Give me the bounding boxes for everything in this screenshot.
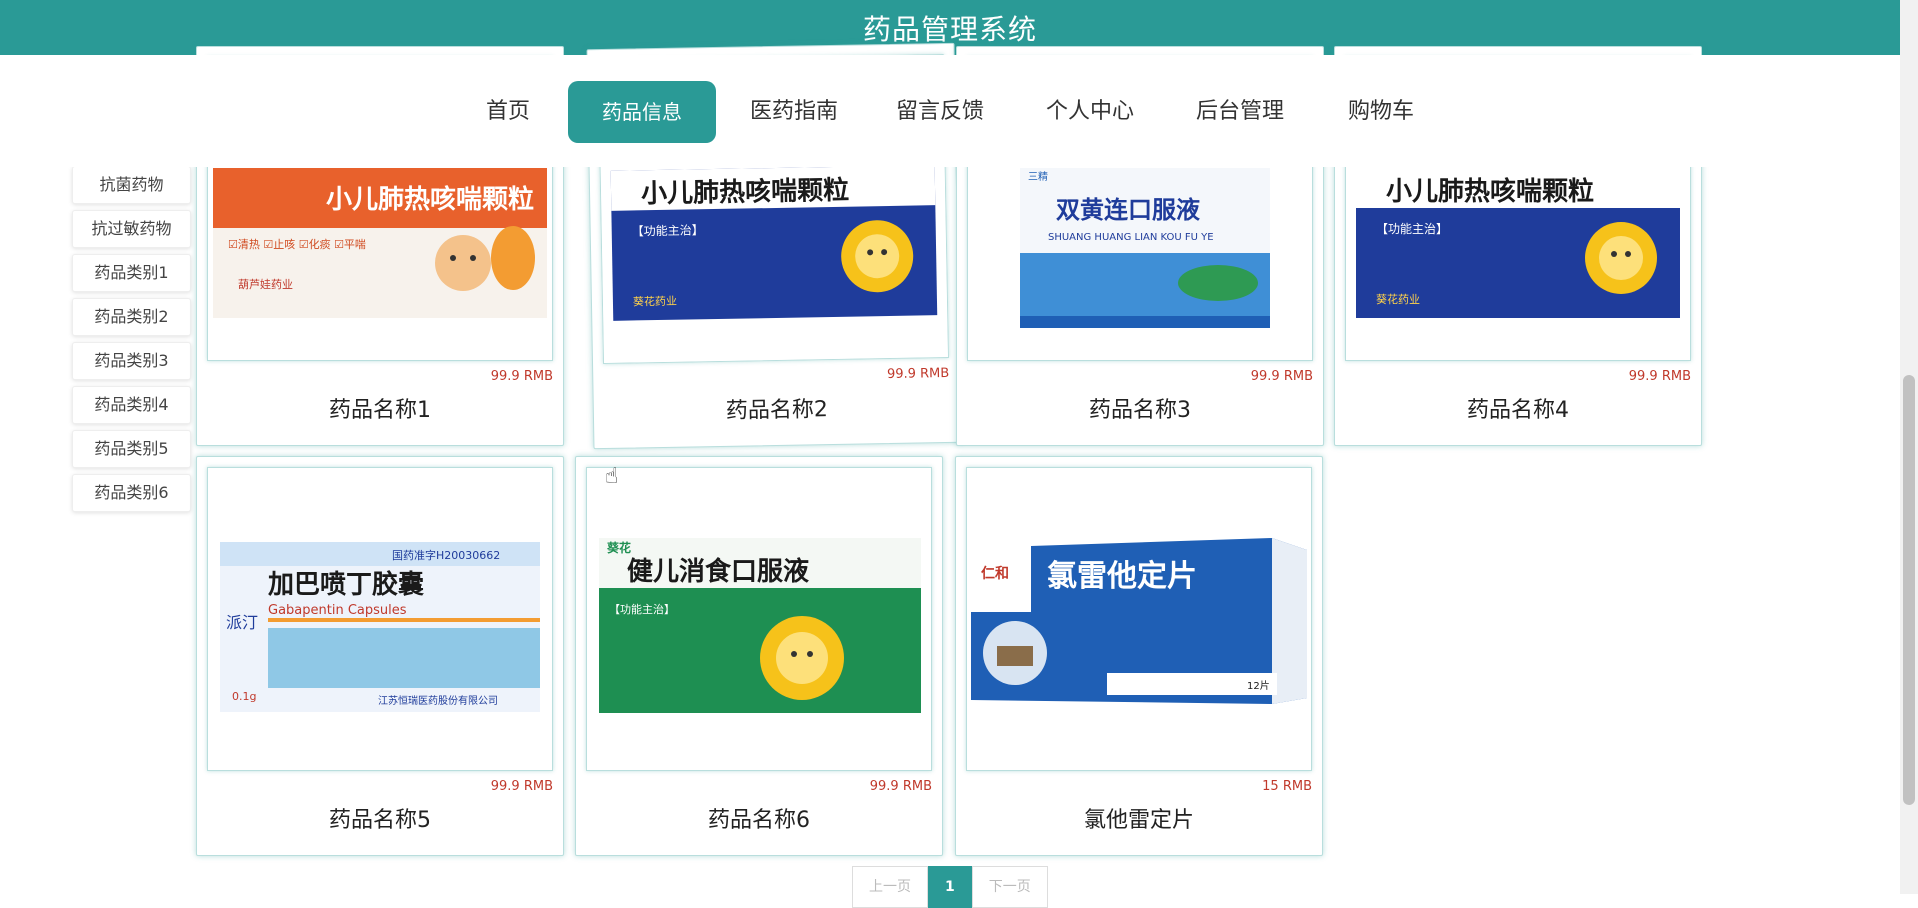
nav-home[interactable]: 首页 xyxy=(478,81,538,143)
product-price: 99.9 RMB xyxy=(490,369,553,384)
product-price: 99.9 RMB xyxy=(869,779,932,794)
page-1-button[interactable]: 1 xyxy=(928,866,972,908)
box-brand: 三精 xyxy=(1028,170,1048,183)
box-title: 小儿肺热咳喘颗粒 xyxy=(326,184,534,215)
box-brand: 葫芦娃药业 xyxy=(238,278,293,291)
box-title: 氯雷他定片 xyxy=(1047,559,1197,594)
product-price: 99.9 RMB xyxy=(490,779,553,794)
product-image[interactable]: 国药准字H20030662 加巴喷丁胶囊 Gabapentin Capsules… xyxy=(207,467,553,771)
page-scrollbar[interactable] xyxy=(1900,0,1918,894)
box-title: 小儿肺热咳喘颗粒 xyxy=(641,175,850,210)
scroll-thumb[interactable] xyxy=(1903,375,1915,805)
product-name[interactable]: 药品名称2 xyxy=(594,389,961,427)
product-price: 99.9 RMB xyxy=(1628,369,1691,384)
box-brand: 江苏恒瑞医药股份有限公司 xyxy=(378,694,498,707)
box-dose: 12片 xyxy=(1247,679,1270,692)
product-name[interactable]: 药品名称4 xyxy=(1335,392,1701,424)
nav-drug-info[interactable]: 药品信息 xyxy=(568,81,716,143)
box-brand: 葵花 xyxy=(606,540,631,555)
box-title: 小儿肺热咳喘颗粒 xyxy=(1386,176,1594,207)
box-brand: 葵花药业 xyxy=(633,295,677,309)
product-price: 15 RMB xyxy=(1262,779,1312,794)
box-subtitle: 【功能主治】 xyxy=(609,602,675,616)
box-reg-no: 国药准字H20030662 xyxy=(392,548,500,562)
next-page-button[interactable]: 下一页 xyxy=(971,866,1048,908)
box-subtitle: SHUANG HUANG LIAN KOU FU YE xyxy=(1048,232,1214,243)
nav-cart[interactable]: 购物车 xyxy=(1346,81,1416,143)
product-card[interactable]: 葵花 健儿消食口服液 【功能主治】 99.9 RMB 药品名称6 xyxy=(575,456,943,856)
product-image[interactable]: 仁和 氯雷他定片 12片 xyxy=(966,467,1312,771)
box-title: 健儿消食口服液 xyxy=(627,556,809,587)
category-item[interactable]: 药品类别5 xyxy=(72,430,191,468)
pagination: 上一页 1 下一页 xyxy=(852,866,1048,908)
app-title: 药品管理系统 xyxy=(862,12,1037,46)
nav-medical-guide[interactable]: 医药指南 xyxy=(748,81,840,143)
product-name[interactable]: 药品名称3 xyxy=(957,392,1323,424)
product-price: 99.9 RMB xyxy=(1250,369,1313,384)
prev-page-button[interactable]: 上一页 xyxy=(852,866,928,908)
box-subtitle: 【功能主治】 xyxy=(1376,222,1448,236)
hand-cursor-icon: ☝ xyxy=(605,464,619,489)
category-item[interactable]: 抗过敏药物 xyxy=(72,210,191,248)
category-item[interactable]: 药品类别4 xyxy=(72,386,191,424)
category-item[interactable]: 药品类别6 xyxy=(72,474,191,512)
box-side-label: 派汀 xyxy=(226,613,258,632)
product-price: 99.9 RMB xyxy=(886,365,950,383)
main-nav: 首页 药品信息 医药指南 留言反馈 个人中心 后台管理 购物车 xyxy=(0,55,1900,167)
box-title: 双黄连口服液 xyxy=(1056,196,1200,224)
nav-personal-center[interactable]: 个人中心 xyxy=(1044,81,1136,143)
category-sidebar: 抗菌药物 抗过敏药物 药品类别1 药品类别2 药品类别3 药品类别4 药品类别5… xyxy=(72,166,191,518)
product-name[interactable]: 药品名称6 xyxy=(576,802,942,834)
category-item[interactable]: 抗菌药物 xyxy=(72,166,191,204)
category-item[interactable]: 药品类别2 xyxy=(72,298,191,336)
category-item[interactable]: 药品类别1 xyxy=(72,254,191,292)
product-name[interactable]: 氯他雷定片 xyxy=(956,802,1322,834)
category-item[interactable]: 药品类别3 xyxy=(72,342,191,380)
product-card[interactable]: 仁和 氯雷他定片 12片 15 RMB 氯他雷定片 xyxy=(955,456,1323,856)
nav-feedback[interactable]: 留言反馈 xyxy=(894,81,986,143)
product-name[interactable]: 药品名称5 xyxy=(197,802,563,834)
product-image[interactable]: 葵花 健儿消食口服液 【功能主治】 xyxy=(586,467,932,771)
box-subtitle: 【功能主治】 xyxy=(632,223,704,238)
nav-admin[interactable]: 后台管理 xyxy=(1194,81,1286,143)
box-subtitle: ☑清热 ☑止咳 ☑化痰 ☑平喘 xyxy=(228,237,366,251)
product-card[interactable]: 国药准字H20030662 加巴喷丁胶囊 Gabapentin Capsules… xyxy=(196,456,564,856)
box-brand: 葵花药业 xyxy=(1376,293,1420,306)
box-brand: 仁和 xyxy=(981,565,1009,582)
box-subtitle: Gabapentin Capsules xyxy=(268,603,407,618)
product-name[interactable]: 药品名称1 xyxy=(197,392,563,424)
box-dose: 0.1g xyxy=(232,690,256,703)
box-title: 加巴喷丁胶囊 xyxy=(268,569,424,600)
